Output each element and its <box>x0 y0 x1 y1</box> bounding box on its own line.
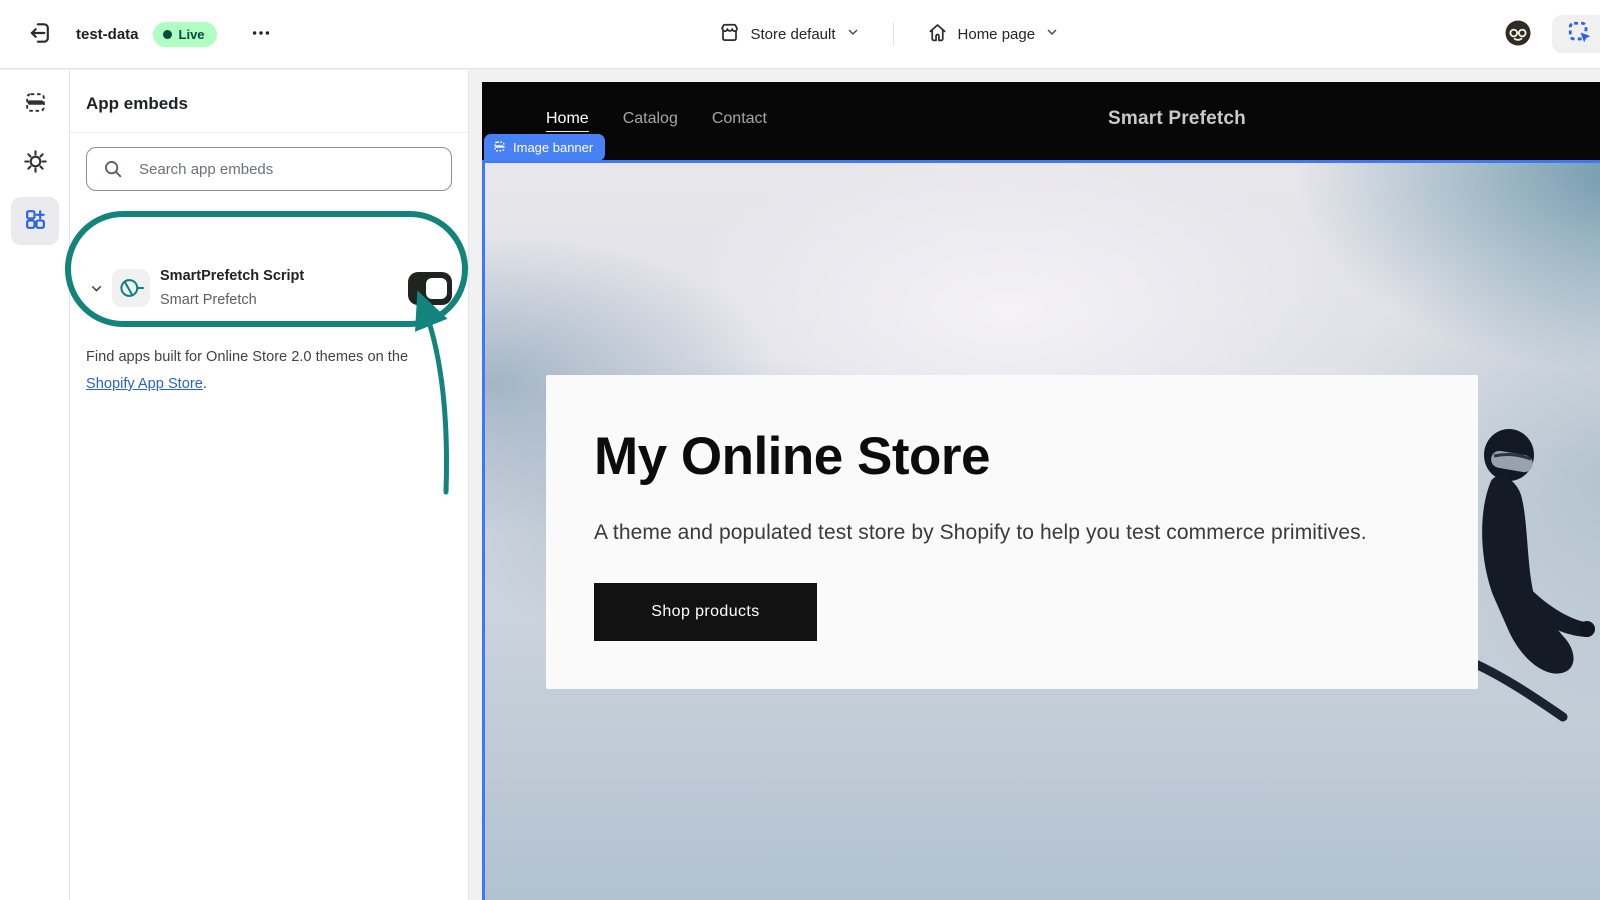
nav-link-home[interactable]: Home <box>546 110 589 132</box>
chevron-down-icon <box>845 24 861 44</box>
panel-title: App embeds <box>86 94 452 114</box>
search-app-embeds-input[interactable] <box>86 147 452 191</box>
live-badge-label: Live <box>179 27 205 42</box>
nav-link-contact[interactable]: Contact <box>712 110 767 132</box>
store-title[interactable]: Smart Prefetch <box>1108 108 1246 130</box>
app-embed-toggle[interactable] <box>408 272 452 305</box>
storefront-preview: Home Catalog Contact Smart Prefetch Imag… <box>482 82 1600 900</box>
app-embed-name: SmartPrefetch Script <box>160 267 408 285</box>
app-embeds-panel: App embeds SmartPrefetch Script Smart <box>70 70 469 900</box>
toggle-knob <box>426 278 447 299</box>
page-selector-label: Home page <box>958 26 1036 43</box>
chevron-down-icon <box>1044 24 1060 44</box>
home-icon <box>926 21 949 48</box>
hero-description: A theme and populated test store by Shop… <box>594 521 1430 545</box>
exit-icon <box>27 20 53 49</box>
live-dot-icon <box>163 30 172 39</box>
preview-header: Home Catalog Contact Smart Prefetch <box>482 82 1600 160</box>
shop-products-button[interactable]: Shop products <box>594 583 817 641</box>
search-wrap <box>86 147 452 191</box>
section-label-text: Image banner <box>513 140 593 155</box>
editor-sidebar-rail <box>0 70 70 900</box>
hero-card: My Online Store A theme and populated te… <box>546 375 1478 689</box>
chevron-down-icon[interactable] <box>84 280 108 297</box>
shopify-app-store-link[interactable]: Shopify App Store <box>86 376 203 392</box>
inspector-toggle-button[interactable] <box>1552 15 1600 53</box>
topbar: test-data Live Store default <box>0 0 1600 69</box>
panel-footer-text: Find apps built for Online Store 2.0 the… <box>70 344 468 398</box>
app-embed-row[interactable]: SmartPrefetch Script Smart Prefetch <box>70 233 468 343</box>
app-embed-texts: SmartPrefetch Script Smart Prefetch <box>160 267 408 310</box>
image-banner-section: My Online Store A theme and populated te… <box>482 160 1600 900</box>
topbar-center: Store default Home page <box>279 14 1500 55</box>
preview-nav: Home Catalog Contact <box>482 110 767 132</box>
hero-heading: My Online Store <box>594 429 1430 485</box>
footer-text-after: . <box>203 376 207 392</box>
exit-editor-button[interactable] <box>22 16 58 52</box>
incognito-face-icon <box>1503 18 1533 51</box>
gear-icon <box>23 149 48 177</box>
sidebar-item-app-embeds[interactable] <box>11 197 59 245</box>
page-selector[interactable]: Home page <box>916 14 1071 55</box>
section-tag-icon <box>493 140 506 156</box>
sidebar-item-theme-settings[interactable] <box>11 139 59 187</box>
topbar-divider <box>893 22 894 46</box>
sidebar-item-sections[interactable] <box>11 80 59 128</box>
storefront-icon <box>718 21 741 48</box>
more-actions-button[interactable] <box>243 16 279 52</box>
smart-prefetch-logo <box>112 269 150 307</box>
image-banner-section-label[interactable]: Image banner <box>484 134 605 161</box>
inspector-select-icon <box>1567 20 1593 49</box>
live-status-badge: Live <box>153 22 217 47</box>
incognito-preview-button[interactable] <box>1500 16 1536 52</box>
topbar-left: test-data Live <box>0 16 279 52</box>
app-embeds-grid-plus-icon <box>23 207 48 235</box>
app-embed-developer: Smart Prefetch <box>160 292 408 309</box>
store-context-selector[interactable]: Store default <box>708 14 870 55</box>
theme-name: test-data <box>76 26 139 43</box>
topbar-right <box>1500 15 1600 53</box>
footer-text-before: Find apps built for Online Store 2.0 the… <box>86 349 408 365</box>
store-selector-label: Store default <box>750 26 835 43</box>
snowboarder-silhouette <box>1475 423 1600 723</box>
nav-link-catalog[interactable]: Catalog <box>623 110 678 132</box>
sections-icon <box>23 90 48 118</box>
search-icon <box>102 158 124 185</box>
panel-header: App embeds <box>70 70 468 133</box>
three-dots-menu-icon <box>250 22 272 47</box>
